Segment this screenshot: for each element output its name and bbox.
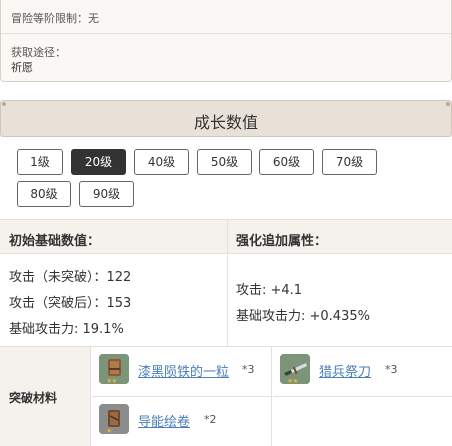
bonus-atk-percent: 基础攻击力: +0.435% <box>236 309 370 324</box>
empty-material-cell <box>273 397 452 446</box>
level-button-60[interactable]: 60级 <box>259 149 314 175</box>
material-item: ★★ 漆黑陨铁的一粒 *3 <box>92 347 272 397</box>
base-atk-ascended: 攻击（突破后）：153 <box>9 296 132 311</box>
corner-dot <box>446 102 450 106</box>
adventure-rank-limit: 冒险等阶限制：无 <box>11 12 99 25</box>
source-label: 获取途径： <box>11 46 66 59</box>
corner-dot <box>2 102 6 106</box>
material-count: *3 <box>242 363 255 376</box>
base-atk-percent: 基础攻击力: 19.1% <box>9 322 124 337</box>
ascension-materials-section: 突破材料 ★★ 漆黑陨铁的一粒 *3 ★★ 猎兵祭刀 *3 ★ 导能绘卷 *2 <box>0 346 452 446</box>
materials-label-cell: 突破材料 <box>0 347 91 446</box>
materials-label: 突破材料 <box>9 391 58 405</box>
level-button-90[interactable]: 90级 <box>79 181 134 207</box>
source-value: 祈愿 <box>11 61 33 74</box>
growth-stats-title: 成长数值 <box>193 113 258 132</box>
level-button-80[interactable]: 80级 <box>17 181 71 207</box>
rarity-stars: ★★ <box>106 377 118 385</box>
growth-stats-header: 成长数值 <box>0 100 452 137</box>
level-button-50[interactable]: 50级 <box>197 149 252 175</box>
rarity-stars: ★ <box>106 427 112 435</box>
rarity-stars: ★★ <box>287 377 299 385</box>
attribute-header-row: 初始基础数值： 强化追加属性： <box>0 219 452 254</box>
material-link[interactable]: 漆黑陨铁的一粒 <box>138 361 229 380</box>
divider <box>227 220 228 253</box>
level-selector: 1级 20级 40级 50级 60级 70级 80级 90级 <box>0 137 452 219</box>
base-stats-header: 初始基础数值： <box>9 234 101 249</box>
material-item: ★★ 猎兵祭刀 *3 <box>273 347 452 397</box>
level-button-40[interactable]: 40级 <box>134 149 189 175</box>
bonus-stats-header: 强化追加属性： <box>236 234 328 249</box>
material-link[interactable]: 猎兵祭刀 <box>319 361 371 380</box>
item-info-panel: 冒险等阶限制：无 获取途径： 祈愿 <box>0 0 452 82</box>
bonus-atk: 攻击: +4.1 <box>236 283 303 298</box>
level-button-70[interactable]: 70级 <box>322 149 377 175</box>
material-count: *3 <box>385 363 398 376</box>
level-button-20[interactable]: 20级 <box>71 149 126 175</box>
material-link[interactable]: 导能绘卷 <box>138 411 190 430</box>
material-item: ★ 导能绘卷 *2 <box>92 397 272 446</box>
material-count: *2 <box>204 413 217 426</box>
attribute-values-row: 攻击（未突破）：122 攻击（突破后）：153 基础攻击力: 19.1% 攻击:… <box>0 254 452 346</box>
base-atk-unascended: 攻击（未突破）：122 <box>9 270 132 285</box>
divider <box>227 254 228 346</box>
divider <box>1 33 451 34</box>
level-button-1[interactable]: 1级 <box>17 149 63 175</box>
scroll-material-icon[interactable] <box>99 404 129 434</box>
